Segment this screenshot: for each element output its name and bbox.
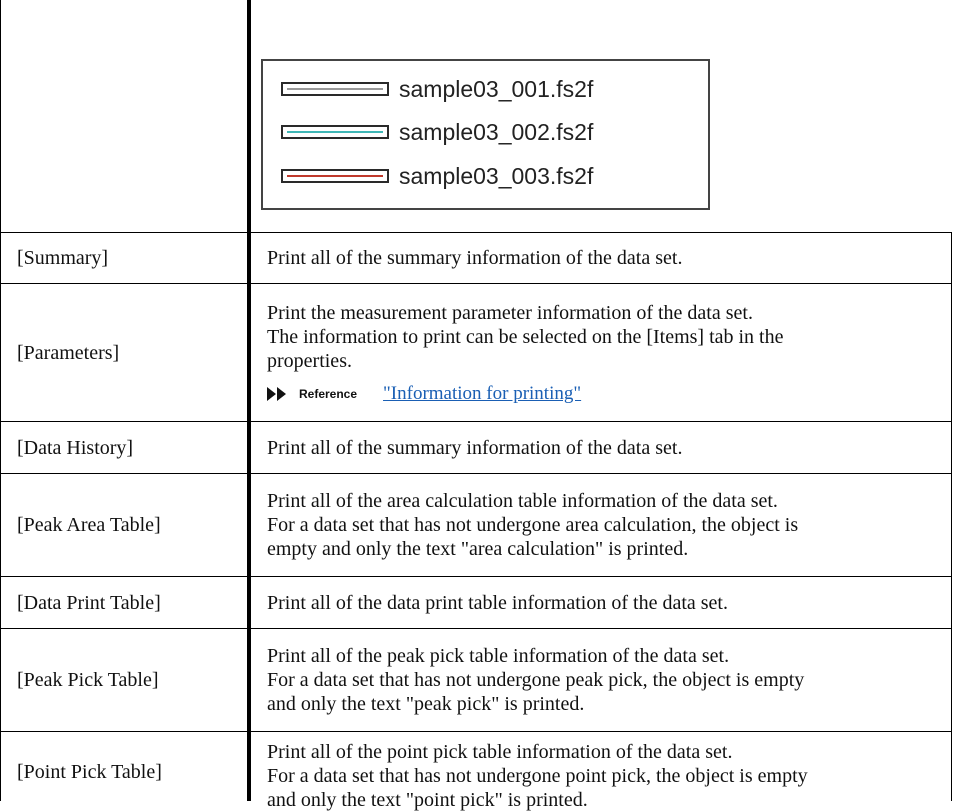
item-name: [Data History]	[17, 436, 134, 459]
item-description-line: Print all of the summary information of …	[267, 247, 683, 269]
legend-label: sample03_002.fs2f	[399, 118, 594, 145]
legend-label: sample03_001.fs2f	[399, 75, 594, 102]
reference-label: Reference	[299, 386, 358, 401]
legend-line	[287, 175, 383, 177]
item-name: [Summary]	[17, 247, 109, 269]
item-description-line: Print all of the point pick table inform…	[267, 741, 733, 763]
item-description-cell: Print all of the point pick table inform…	[251, 732, 951, 811]
legend-swatch	[281, 125, 389, 139]
item-description-cell: Print all of the peak pick table informa…	[251, 629, 951, 731]
legend-entry: sample03_001.fs2f	[281, 74, 593, 104]
legend-swatch	[281, 82, 389, 96]
item-description-cell: Print all of the summary information of …	[251, 233, 951, 283]
item-name: [Parameters]	[17, 341, 120, 364]
item-description-line: empty and only the text "area calculatio…	[267, 538, 689, 560]
item-name-cell: [Peak Area Table]	[1, 474, 247, 576]
double-arrow-icon	[267, 386, 289, 401]
item-description-line: Print all of the peak pick table informa…	[267, 645, 730, 667]
legend-label: sample03_003.fs2f	[399, 162, 594, 189]
item-description-cell: Print the measurement parameter informat…	[251, 284, 951, 421]
item-name-cell: [Summary]	[1, 233, 247, 283]
item-description-line: Print all of the summary information of …	[267, 436, 683, 459]
item-name-cell: [Data Print Table]	[1, 577, 247, 628]
item-description-line: and only the text "point pick" is printe…	[267, 789, 588, 811]
item-description-line: The information to print can be selected…	[267, 325, 784, 348]
item-name-cell: [Data History]	[1, 422, 247, 473]
legend-entry: sample03_002.fs2f	[281, 117, 593, 147]
item-description-cell: Print all of the data print table inform…	[251, 577, 951, 628]
item-name-cell: [Peak Pick Table]	[1, 629, 247, 731]
reference-link[interactable]: "Information for printing"	[383, 383, 581, 405]
table-right-border	[951, 232, 952, 801]
item-name-cell: [Parameters]	[1, 284, 247, 421]
item-description-line: and only the text "peak pick" is printed…	[267, 693, 585, 715]
item-description-cell: Print all of the summary information of …	[251, 422, 951, 473]
legend-image: sample03_001.fs2f sample03_002.fs2f samp…	[261, 59, 710, 210]
item-name-cell: [Point Pick Table]	[1, 732, 247, 801]
legend-line	[287, 88, 383, 90]
item-description-line: For a data set that has not undergone po…	[267, 765, 808, 787]
item-description-line: For a data set that has not undergone ar…	[267, 514, 799, 536]
item-description-line: Print all of the data print table inform…	[267, 591, 728, 614]
item-name: [Data Print Table]	[17, 591, 161, 614]
item-description-line: properties.	[267, 349, 352, 372]
legend-line	[287, 131, 383, 133]
legend-entry: sample03_003.fs2f	[281, 161, 593, 191]
item-description-line: For a data set that has not undergone pe…	[267, 669, 805, 691]
item-description-line: Print the measurement parameter informat…	[267, 301, 753, 324]
item-name: [Peak Area Table]	[17, 514, 161, 536]
item-description-line: Print all of the area calculation table …	[267, 490, 778, 512]
item-name: [Peak Pick Table]	[17, 669, 159, 691]
item-description-cell: Print all of the area calculation table …	[251, 474, 951, 576]
item-name: [Point Pick Table]	[17, 761, 162, 783]
reference-row: Reference "Information for printing"	[267, 383, 784, 405]
legend-swatch	[281, 169, 389, 183]
